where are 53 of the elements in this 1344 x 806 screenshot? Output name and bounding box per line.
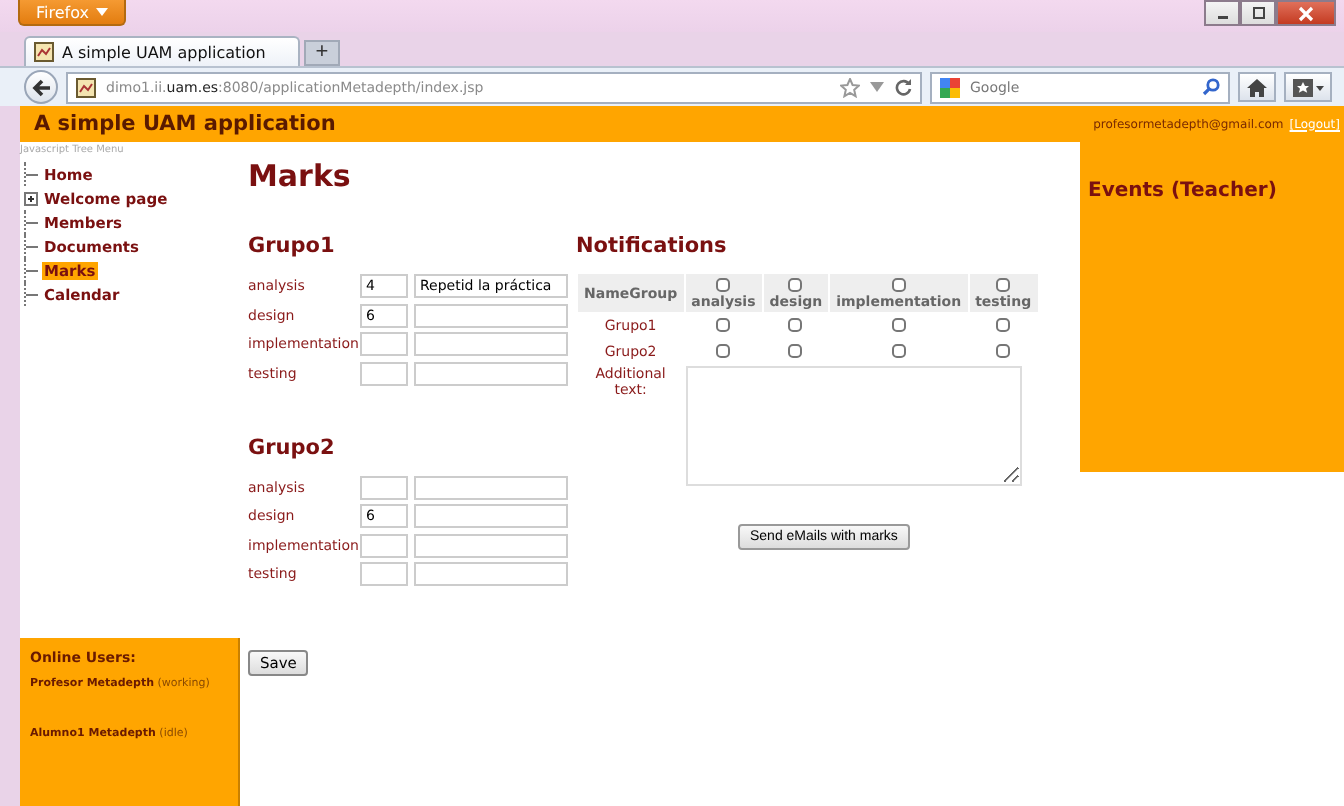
minimize-button[interactable] — [1204, 0, 1240, 26]
expand-icon[interactable] — [24, 191, 38, 205]
close-button[interactable] — [1276, 0, 1336, 26]
checkbox[interactable] — [788, 278, 803, 292]
page-title: Marks — [248, 158, 353, 194]
maximize-icon — [1251, 6, 1265, 20]
checkbox[interactable] — [716, 278, 731, 292]
checkbox[interactable] — [891, 318, 906, 332]
score-field[interactable] — [360, 562, 408, 586]
new-tab-button[interactable]: + — [304, 40, 340, 66]
comment-field[interactable] — [414, 303, 568, 327]
score-field[interactable] — [360, 533, 408, 557]
checkbox[interactable] — [716, 344, 731, 358]
back-button[interactable] — [24, 70, 58, 104]
score-field[interactable] — [360, 475, 408, 499]
home-icon — [1246, 77, 1268, 97]
checkbox[interactable] — [788, 344, 803, 358]
group-title: Grupo1 — [248, 234, 337, 258]
comment-field[interactable] — [414, 361, 568, 385]
comment-field[interactable] — [414, 475, 568, 499]
comment-field[interactable] — [414, 562, 568, 586]
checkbox[interactable] — [891, 344, 906, 358]
comment-field[interactable] — [414, 332, 568, 356]
additional-text-field[interactable] — [685, 366, 1022, 486]
page-icon — [34, 42, 54, 62]
checkbox[interactable] — [996, 344, 1011, 358]
reload-icon[interactable] — [894, 78, 912, 96]
bookmarks-button[interactable] — [1284, 72, 1332, 102]
app-title: A simple UAM application — [34, 112, 336, 136]
checkbox[interactable] — [891, 278, 906, 292]
back-arrow-icon — [31, 77, 51, 97]
group-title: Grupo2 — [248, 435, 337, 459]
caret-icon — [96, 8, 109, 16]
maximize-button[interactable] — [1240, 0, 1276, 26]
close-icon — [1298, 5, 1314, 21]
section-title: Notifications — [576, 234, 729, 258]
star-icon[interactable] — [840, 77, 860, 97]
score-field[interactable] — [360, 361, 408, 385]
score-field[interactable] — [360, 332, 408, 356]
bookmarks-icon — [1292, 77, 1324, 97]
dropdown-icon[interactable] — [870, 82, 884, 92]
checkbox[interactable] — [716, 318, 731, 332]
checkbox[interactable] — [996, 318, 1011, 332]
checkbox[interactable] — [788, 318, 803, 332]
comment-field[interactable] — [414, 504, 568, 528]
browser-tab[interactable]: A simple UAM application — [24, 36, 300, 66]
search-engine-icon — [940, 77, 960, 97]
comment-field[interactable] — [414, 533, 568, 557]
page-icon — [76, 77, 96, 97]
checkbox[interactable] — [996, 278, 1011, 292]
panel-title: Events (Teacher) — [1088, 180, 1277, 202]
search-icon[interactable] — [1202, 78, 1220, 96]
home-button[interactable] — [1238, 72, 1276, 102]
